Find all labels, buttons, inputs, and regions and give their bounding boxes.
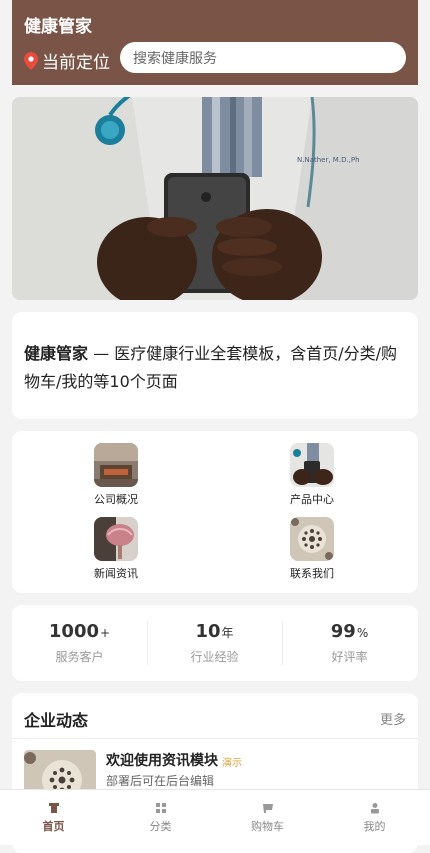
news-more-link[interactable]: 更多 xyxy=(380,709,406,728)
tab-home[interactable]: 首页 xyxy=(0,790,107,845)
menu-item-news[interactable]: 新闻资讯 xyxy=(76,517,156,581)
menu-item-label: 产品中心 xyxy=(290,493,334,506)
stats-card: 1000+ 服务客户 10年 行业经验 99% 好评率 xyxy=(12,605,418,681)
product-photo-icon xyxy=(290,443,334,487)
svg-text:N.Nather, M.D.,Ph: N.Nather, M.D.,Ph xyxy=(297,156,360,164)
hero-banner[interactable]: N.Nather, M.D.,Ph xyxy=(12,97,418,300)
tab-category[interactable]: 分类 xyxy=(107,790,214,845)
stat-number: 1000 xyxy=(48,621,100,642)
stat-label: 服务客户 xyxy=(55,650,104,664)
stat-label: 好评率 xyxy=(331,650,368,664)
search-placeholder: 搜索健康服务 xyxy=(133,50,217,67)
tab-label: 分类 xyxy=(149,820,172,833)
location-pin-icon xyxy=(24,51,38,70)
company-photo-icon xyxy=(94,443,138,487)
menu-item-label: 联系我们 xyxy=(290,567,334,580)
contact-photo-icon xyxy=(290,517,334,561)
intro-brand: 健康管家 xyxy=(24,344,89,363)
stat-rating: 99% 好评率 xyxy=(282,621,417,665)
user-icon xyxy=(370,803,379,814)
app-title: 健康管家 xyxy=(24,17,92,37)
location-label: 当前定位 xyxy=(42,53,110,73)
tab-label: 首页 xyxy=(42,820,65,833)
menu-item-label: 公司概况 xyxy=(94,493,138,506)
menu-item-label: 新闻资讯 xyxy=(94,567,138,580)
stat-number: 99 xyxy=(330,621,356,642)
news-item-title-text: 欢迎使用资讯模块 xyxy=(106,753,218,769)
stat-unit: 年 xyxy=(221,626,234,640)
news-item-description: 部署后可在后台编辑 xyxy=(106,774,215,788)
tab-label: 我的 xyxy=(363,820,386,833)
news-header: 企业动态 更多 xyxy=(24,707,406,731)
demo-badge: 演示 xyxy=(222,757,242,769)
stat-unit: + xyxy=(100,626,111,640)
news-photo-icon xyxy=(94,517,138,561)
home-icon xyxy=(48,803,59,813)
grid-icon xyxy=(155,803,166,813)
search-input[interactable]: 搜索健康服务 xyxy=(120,42,406,73)
divider xyxy=(12,738,418,739)
stat-unit: % xyxy=(356,626,369,640)
tab-label: 购物车 xyxy=(251,820,284,833)
tab-cart[interactable]: 购物车 xyxy=(214,790,321,845)
intro-card: 健康管家 — 医疗健康行业全套模板，含首页/分类/购物车/我的等10个页面 xyxy=(12,312,418,419)
app-header: 健康管家 当前定位 搜索健康服务 xyxy=(12,0,418,85)
quick-menu: 公司概况 产品中心 新闻资讯 联系我们 xyxy=(12,431,418,593)
news-title: 企业动态 xyxy=(24,711,89,730)
stat-customers: 1000+ 服务客户 xyxy=(12,621,147,665)
intro-text: 健康管家 — 医疗健康行业全套模板，含首页/分类/购物车/我的等10个页面 xyxy=(24,340,404,396)
menu-item-company[interactable]: 公司概况 xyxy=(76,443,156,507)
menu-item-products[interactable]: 产品中心 xyxy=(272,443,352,507)
doctor-phone-image: N.Nather, M.D.,Ph xyxy=(12,97,418,300)
bottom-tab-bar: 首页 分类 购物车 我的 xyxy=(0,789,430,845)
tab-profile[interactable]: 我的 xyxy=(321,790,428,845)
menu-item-contact[interactable]: 联系我们 xyxy=(272,517,352,581)
stat-label: 行业经验 xyxy=(190,650,239,664)
cart-icon xyxy=(262,804,273,813)
news-item-title: 欢迎使用资讯模块 演示 xyxy=(106,750,242,770)
stat-experience: 10年 行业经验 xyxy=(147,621,282,665)
stat-number: 10 xyxy=(195,621,221,642)
location-selector[interactable]: 当前定位 xyxy=(24,48,110,73)
